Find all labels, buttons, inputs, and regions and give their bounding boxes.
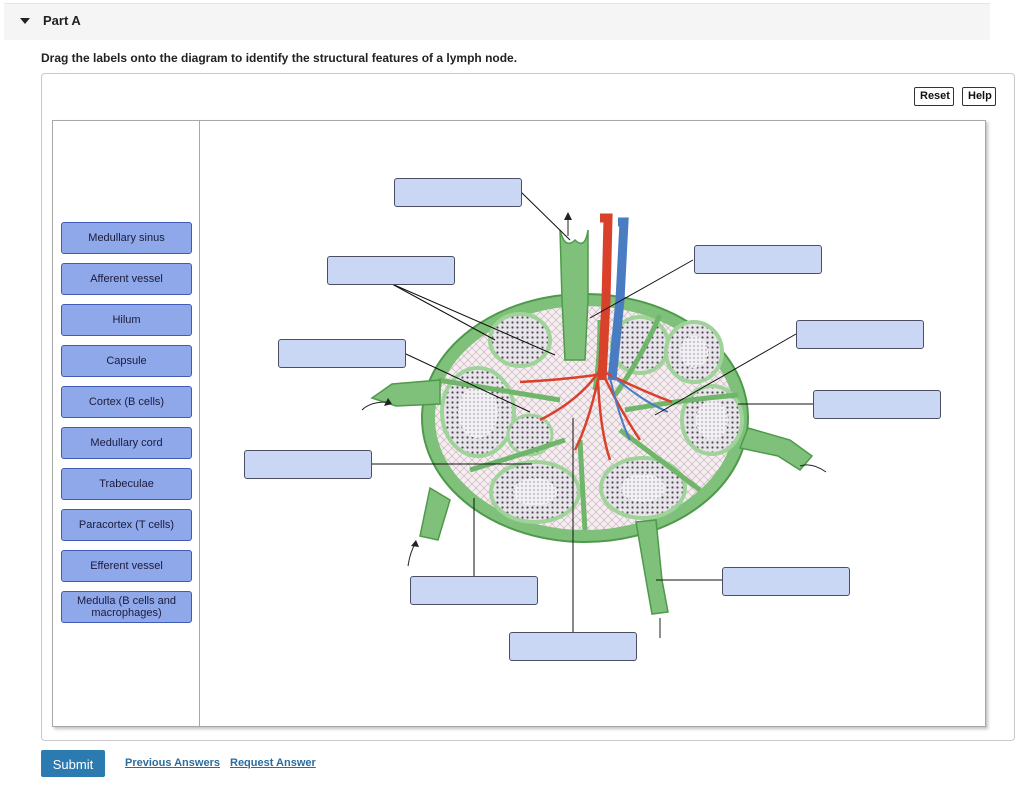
drop-target-6[interactable] <box>509 632 637 661</box>
drop-target-3[interactable] <box>278 339 406 368</box>
drop-target-8[interactable] <box>796 320 924 349</box>
drop-target-7[interactable] <box>694 245 822 274</box>
previous-answers-link[interactable]: Previous Answers <box>125 757 220 769</box>
drop-target-10[interactable] <box>722 567 850 596</box>
drop-target-9[interactable] <box>813 390 941 419</box>
drop-target-1[interactable] <box>394 178 522 207</box>
drop-target-4[interactable] <box>244 450 372 479</box>
drop-target-2[interactable] <box>327 256 455 285</box>
request-answer-link[interactable]: Request Answer <box>230 757 316 769</box>
submit-button[interactable]: Submit <box>41 750 105 777</box>
efferent-vessel-shape <box>559 229 589 361</box>
drop-target-5[interactable] <box>410 576 538 605</box>
